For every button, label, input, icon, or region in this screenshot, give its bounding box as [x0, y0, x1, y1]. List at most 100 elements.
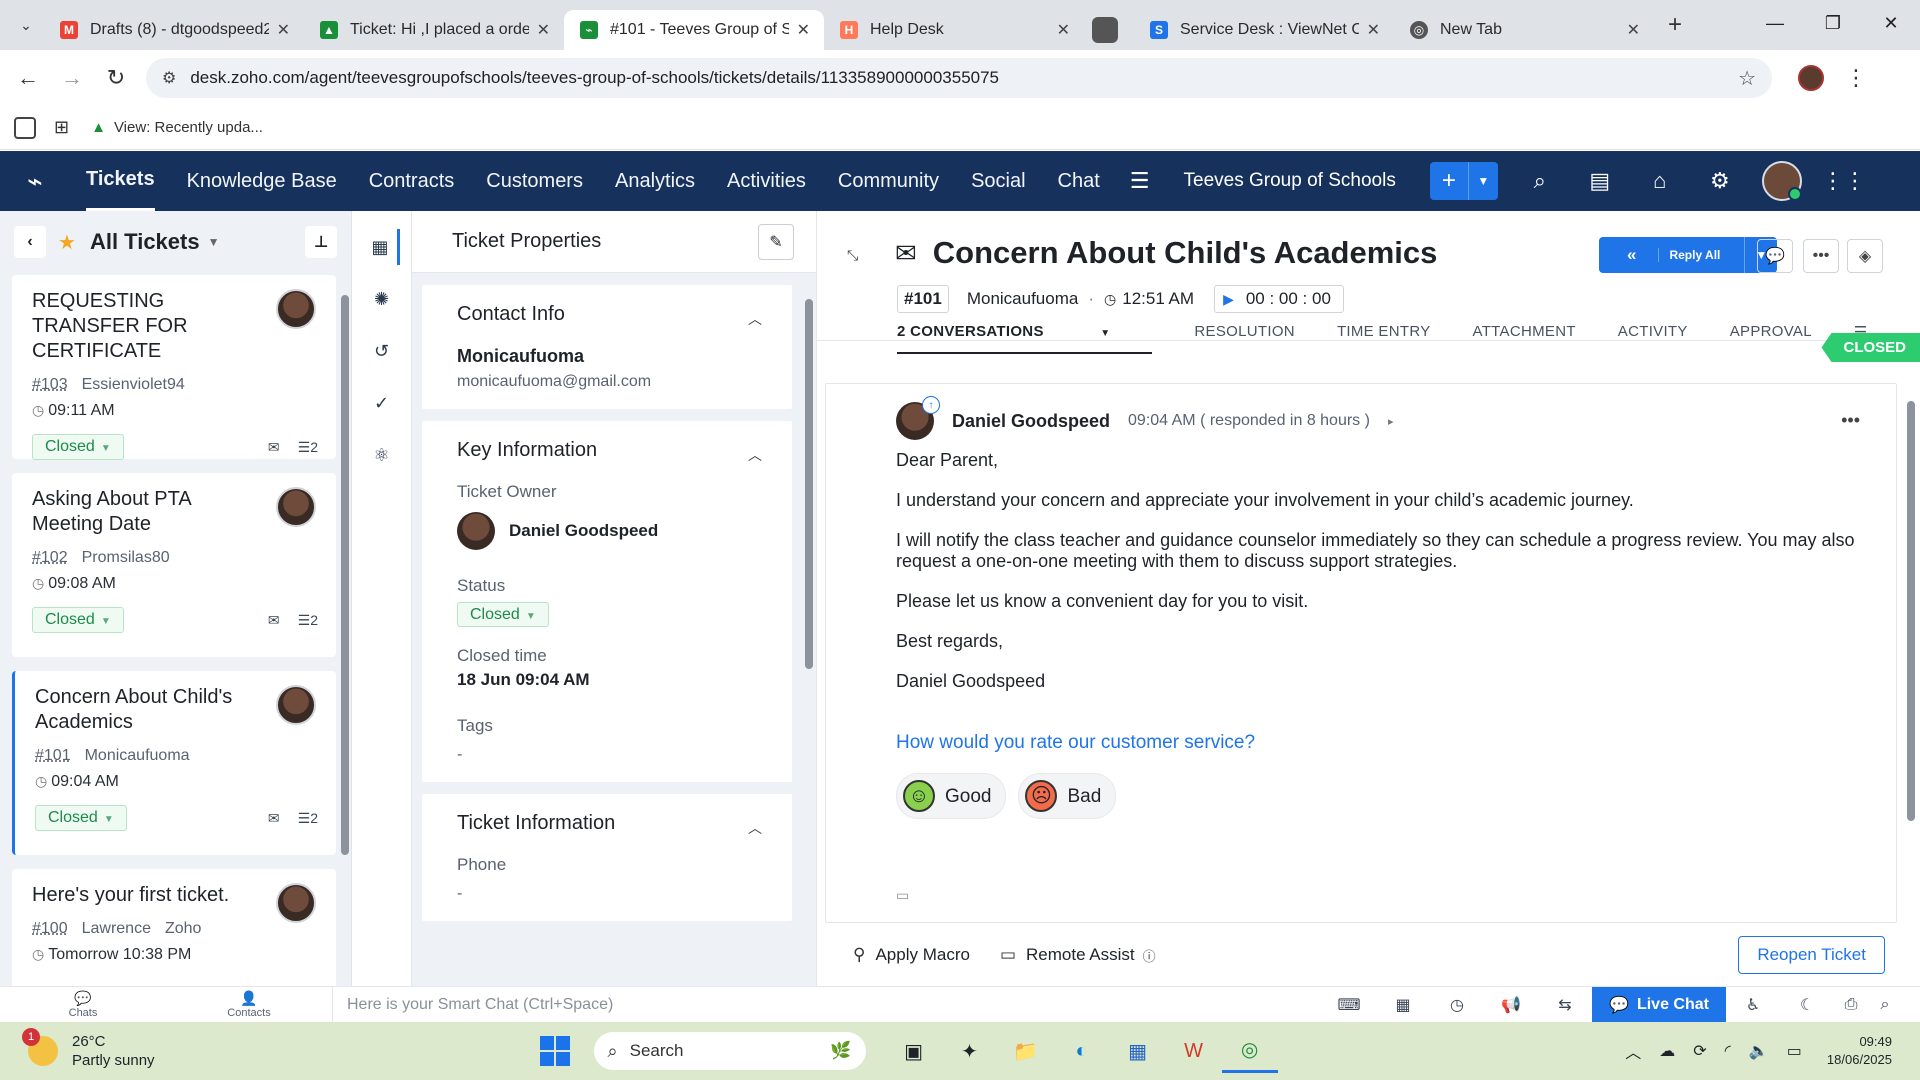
ticket-number[interactable]: #101 [35, 747, 71, 764]
close-tab-icon[interactable]: ✕ [1627, 20, 1640, 40]
search-icon[interactable]: ⌕ [1510, 151, 1570, 211]
close-tab-icon[interactable]: ✕ [1057, 20, 1070, 40]
browser-tab-ticket[interactable]: ▲ Ticket: Hi ,I placed a orde ✕ [304, 10, 564, 50]
collapse-icon[interactable]: ⤡ [847, 247, 858, 264]
ticket-number[interactable]: #103 [32, 376, 68, 393]
site-settings-icon[interactable]: ⚙ [162, 68, 176, 88]
ticket-contact[interactable]: Monicaufuoma [85, 747, 190, 764]
properties-icon[interactable]: ▦ [364, 229, 400, 265]
forward-icon[interactable]: → [50, 56, 94, 100]
phone-value[interactable]: - [457, 885, 772, 903]
restore-icon[interactable]: ❐ [1804, 0, 1862, 46]
dark-mode-icon[interactable]: ☾ [1780, 995, 1834, 1015]
plus-icon[interactable]: + [1429, 162, 1468, 200]
more-menu-icon[interactable]: ☰ [1130, 168, 1150, 194]
profile-avatar[interactable] [1798, 65, 1824, 91]
thread-author[interactable]: Daniel Goodspeed [952, 411, 1110, 432]
layers-icon[interactable]: ◈ [1847, 239, 1883, 273]
play-icon[interactable]: ▶ [1223, 291, 1234, 308]
chevron-up-icon[interactable]: ︿ [748, 818, 762, 838]
bookmark-star-icon[interactable]: ☆ [1738, 66, 1756, 91]
smart-chat-input[interactable]: Here is your Smart Chat (Ctrl+Space) [332, 986, 1322, 1023]
status-dropdown[interactable]: Closed ▼ [457, 602, 549, 627]
close-window-icon[interactable]: ✕ [1862, 0, 1920, 46]
marketplace-icon[interactable]: ⌂ [1630, 151, 1690, 211]
suggestions-bulb-icon[interactable]: ✺ [364, 281, 400, 317]
ticket-card[interactable]: Asking About PTA Meeting Date #102 Promsi… [12, 473, 336, 657]
tab-activity[interactable]: ACTIVITY [1618, 323, 1688, 354]
favorite-star-icon[interactable]: ★ [58, 230, 76, 255]
remote-assist-button[interactable]: ▭ Remote Assist ⓘ [1000, 945, 1166, 965]
chevron-up-icon[interactable]: ︿ [748, 309, 762, 329]
org-name[interactable]: Teeves Group of Schools [1184, 170, 1396, 192]
close-tab-icon[interactable]: ✕ [537, 20, 550, 40]
taskbar-search[interactable]: ⌕ Search 🌿 [593, 1032, 866, 1070]
browser-tab-newtab[interactable]: ◎ New Tab ✕ [1394, 10, 1654, 50]
app-grid-icon[interactable]: ⋮⋮ [1814, 151, 1874, 211]
apply-macro-button[interactable]: ⚲ Apply Macro [853, 945, 970, 965]
checklist-icon[interactable]: ✓ [364, 385, 400, 421]
nav-activities[interactable]: Activities [727, 151, 806, 211]
tab-time-entry[interactable]: TIME ENTRY [1337, 323, 1431, 354]
clock[interactable]: 09:49 18/06/2025 [1827, 1033, 1892, 1069]
tags-value[interactable]: - [457, 746, 772, 764]
new-tab-icon[interactable]: + [1668, 11, 1682, 39]
thread-more-icon[interactable]: ••• [1841, 410, 1860, 431]
minimize-icon[interactable]: — [1746, 0, 1804, 46]
browser-tab-drafts[interactable]: M Drafts (8) - dtgoodspeed2 ✕ [44, 10, 304, 50]
accessibility-icon[interactable]: ♿ [1726, 995, 1780, 1015]
file-explorer-icon[interactable]: 📁 [998, 1029, 1054, 1073]
pin-icon[interactable]: ⊥ [305, 226, 337, 258]
close-tab-icon[interactable]: ✕ [1367, 20, 1380, 40]
nav-community[interactable]: Community [838, 151, 939, 211]
status-dropdown[interactable]: Closed ▼ [32, 607, 124, 633]
close-tab-icon[interactable]: ✕ [797, 20, 810, 40]
ticket-card[interactable]: REQUESTING TRANSFER FOR CERTIFICATE #103… [12, 275, 336, 460]
battery-icon[interactable]: ▭ [1787, 1041, 1802, 1061]
ticket-card-selected[interactable]: Concern About Child's Academics #101 Moni… [12, 671, 336, 855]
nav-social[interactable]: Social [971, 151, 1025, 211]
contacts-button[interactable]: 👤 Contacts [166, 990, 332, 1019]
nav-knowledge-base[interactable]: Knowledge Base [187, 151, 337, 211]
nav-tickets[interactable]: Tickets [86, 151, 155, 211]
conversation-scrollbar[interactable] [1906, 383, 1916, 923]
sync-icon[interactable]: ⟳ [1693, 1041, 1706, 1061]
tab-approval[interactable]: APPROVAL [1730, 323, 1812, 354]
expand-icon[interactable]: ▸ [1388, 415, 1394, 428]
notes-icon[interactable]: ▤ [1570, 151, 1630, 211]
back-icon[interactable]: ← [6, 56, 50, 100]
chevron-down-icon[interactable]: ▼ [1467, 162, 1498, 200]
close-tab-icon[interactable]: ✕ [277, 20, 290, 40]
volume-icon[interactable]: 🔈 [1749, 1041, 1769, 1061]
chevron-up-icon[interactable]: ︿ [1625, 1039, 1641, 1063]
ticket-number[interactable]: #102 [32, 549, 68, 566]
browser-tab-app[interactable] [1084, 10, 1134, 50]
settings-gear-icon[interactable]: ⚙ [1690, 151, 1750, 211]
chevron-down-icon[interactable]: ▼ [208, 235, 220, 249]
reopen-ticket-button[interactable]: Reopen Ticket [1738, 936, 1885, 974]
browser-menu-icon[interactable]: ⋮ [1834, 56, 1878, 100]
edge-icon[interactable]: ◐ [1054, 1029, 1110, 1073]
ticket-contact[interactable]: Monicaufuoma [967, 289, 1079, 309]
apps-grid-icon[interactable]: ⊞ [54, 117, 69, 138]
copilot-icon[interactable]: ✦ [942, 1029, 998, 1073]
tab-search-icon[interactable]: ⌄ [8, 7, 44, 43]
nav-customers[interactable]: Customers [486, 151, 583, 211]
history-icon[interactable]: ↺ [364, 333, 400, 369]
zoho-desk-logo-icon[interactable]: ⌁ [0, 151, 70, 211]
ticket-number[interactable]: #100 [32, 920, 68, 937]
board-icon[interactable]: ▦ [1376, 995, 1430, 1015]
wps-office-icon[interactable]: W [1166, 1029, 1222, 1073]
windows-start-icon[interactable] [539, 1036, 570, 1066]
ticket-list-scrollbar[interactable] [339, 281, 349, 981]
store-icon[interactable]: ▦ [1110, 1029, 1166, 1073]
chrome-icon[interactable]: ◎ [1221, 1029, 1278, 1073]
switch-icon[interactable]: ⇆ [1538, 995, 1592, 1015]
sidebar-toggle-icon[interactable] [14, 116, 36, 139]
nav-analytics[interactable]: Analytics [615, 151, 695, 211]
timer[interactable]: ▶ 00 : 00 : 00 [1214, 285, 1344, 313]
live-chat-button[interactable]: 💬 Live Chat [1592, 986, 1726, 1023]
contact-email[interactable]: monicaufuoma@gmail.com [457, 373, 772, 391]
new-item-button[interactable]: + ▼ [1429, 162, 1498, 200]
contact-name[interactable]: Monicaufuoma [457, 346, 772, 367]
